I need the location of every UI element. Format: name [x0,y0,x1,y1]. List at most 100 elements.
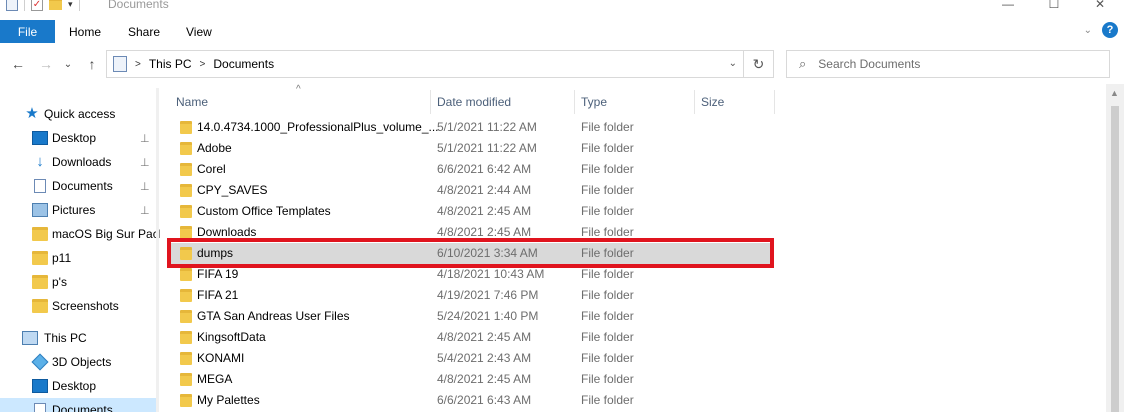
column-header-name[interactable]: Name [176,90,208,114]
column-header-size[interactable]: Size [701,90,724,114]
file-name: Downloads [197,225,257,239]
sidebar-item-macos-big-sur-pack[interactable]: macOS Big Sur Pack [0,222,160,246]
sidebar-item-label: Documents [52,179,113,193]
chevron-right-icon[interactable]: > [200,59,206,70]
chevron-right-icon[interactable]: > [135,59,141,70]
column-divider[interactable] [430,90,431,114]
sidebar-item-label: p's [52,275,67,289]
sidebar-item-label: 3D Objects [52,355,112,369]
vertical-scrollbar[interactable]: ▲ [1106,84,1124,412]
pin-icon[interactable]: ⊥ [140,156,150,169]
sidebar-item-screenshots[interactable]: Screenshots [0,294,160,318]
file-row[interactable]: My Palettes 6/6/2021 6:43 AM File folder [168,390,772,411]
breadcrumb-documents[interactable]: Documents [213,57,274,71]
search-box[interactable]: ⌕ Search Documents [786,50,1110,78]
sidebar-item-label: Screenshots [52,299,119,313]
documents-icon [34,179,46,193]
address-dropdown-icon[interactable]: ⌄ [729,58,737,69]
column-divider[interactable] [774,90,775,114]
sidebar-item-ps[interactable]: p's [0,270,160,294]
star-icon: ★ [25,105,39,122]
toolbar-divider [24,0,25,11]
tab-view[interactable]: View [186,20,212,43]
file-row[interactable]: FIFA 21 4/19/2021 7:46 PM File folder [168,285,772,306]
window-title: Documents [108,0,169,11]
sidebar-item-pictures[interactable]: Pictures ⊥ [0,198,160,222]
folder-icon [180,163,192,176]
sidebar-item-p11[interactable]: p11 [0,246,160,270]
scrollbar-thumb[interactable] [1111,106,1119,412]
tab-home[interactable]: Home [69,20,101,43]
checkmark-icon[interactable]: ✓ [31,0,43,11]
file-name: Adobe [197,141,232,155]
file-date-modified: 5/4/2021 2:43 AM [437,351,532,365]
minimize-button[interactable]: — [985,0,1031,14]
file-type: File folder [581,288,634,302]
customize-toolbar-icon[interactable]: ▾ [68,0,73,10]
back-button[interactable]: ← [8,54,28,74]
file-row[interactable]: CPY_SAVES 4/8/2021 2:44 AM File folder [168,180,772,201]
file-name: KONAMI [197,351,245,365]
file-row[interactable]: KONAMI 5/4/2021 2:43 AM File folder [168,348,772,369]
navigation-bar: ← → ⌄ ↑ > This PC > Documents ⌄ ↻ ⌕ Sear… [0,44,1124,84]
sidebar-item-quick-access[interactable]: ★ Quick access [0,102,160,126]
sidebar-item-label: p11 [52,251,72,265]
column-divider[interactable] [694,90,695,114]
sidebar-item-documents-pc[interactable]: Documents [0,398,156,412]
file-type: File folder [581,120,634,134]
file-row[interactable]: Adobe 5/1/2021 11:22 AM File folder [168,138,772,159]
sidebar-item-label: Quick access [44,107,116,121]
file-date-modified: 5/1/2021 11:22 AM [437,120,537,134]
sidebar-scrollbar[interactable] [156,88,159,412]
tab-share[interactable]: Share [128,20,160,43]
documents-location-icon [113,56,127,72]
column-header-date-modified[interactable]: Date modified [437,90,511,114]
sidebar-item-this-pc[interactable]: This PC [0,326,160,350]
file-type: File folder [581,162,634,176]
refresh-button[interactable]: ↻ [743,51,773,77]
column-divider[interactable] [574,90,575,114]
pin-icon[interactable]: ⊥ [140,132,150,145]
search-icon: ⌕ [799,56,807,71]
scroll-up-icon[interactable]: ▲ [1110,88,1119,98]
recent-locations-button[interactable]: ⌄ [58,54,78,74]
column-headers: Name Date modified Type Size [160,90,780,114]
file-row[interactable]: GTA San Andreas User Files 5/24/2021 1:40… [168,306,772,327]
folder-icon [180,289,192,302]
folder-icon [180,394,192,407]
breadcrumb-this-pc[interactable]: This PC [149,57,192,71]
sidebar-item-label: Downloads [52,155,112,169]
sidebar-item-downloads[interactable]: ↓ Downloads ⊥ [0,150,160,174]
properties-icon[interactable] [6,0,18,11]
up-button[interactable]: ↑ [82,54,102,74]
file-row[interactable]: MEGA 4/8/2021 2:45 AM File folder [168,369,772,390]
file-row[interactable]: Corel 6/6/2021 6:42 AM File folder [168,159,772,180]
pin-icon[interactable]: ⊥ [140,180,150,193]
file-date-modified: 4/18/2021 10:43 AM [437,267,545,281]
sidebar-item-desktop-pc[interactable]: Desktop [0,374,160,398]
file-row[interactable]: KingsoftData 4/8/2021 2:45 AM File folder [168,327,772,348]
maximize-button[interactable]: ☐ [1031,0,1077,14]
sidebar-item-label: Desktop [52,131,97,145]
new-folder-icon[interactable] [49,0,62,10]
file-type: File folder [581,330,634,344]
column-header-type[interactable]: Type [581,90,607,114]
file-row[interactable]: Custom Office Templates 4/8/2021 2:45 AM F… [168,201,772,222]
pin-icon[interactable]: ⊥ [140,204,150,217]
sidebar-item-documents[interactable]: Documents ⊥ [0,174,160,198]
sidebar-item-label: Desktop [52,379,97,393]
close-button[interactable]: ✕ [1077,0,1123,14]
sidebar-item-desktop[interactable]: Desktop ⊥ [0,126,160,150]
forward-button[interactable]: → [36,54,56,74]
file-name: 14.0.4734.1000_ProfessionalPlus_volume_.… [197,120,439,134]
sidebar-item-3d-objects[interactable]: 3D Objects [0,350,160,374]
search-input[interactable]: Search Documents [818,57,920,71]
help-icon[interactable]: ? [1102,22,1118,38]
file-row[interactable]: 14.0.4734.1000_ProfessionalPlus_volume_.… [168,117,772,138]
folder-icon [180,373,192,386]
address-bar[interactable]: > This PC > Documents ⌄ ↻ [106,50,774,78]
file-date-modified: 5/1/2021 11:22 AM [437,141,537,155]
tab-file[interactable]: File [0,20,55,43]
folder-icon [32,299,48,313]
expand-ribbon-icon[interactable]: ⌄ [1084,25,1092,36]
